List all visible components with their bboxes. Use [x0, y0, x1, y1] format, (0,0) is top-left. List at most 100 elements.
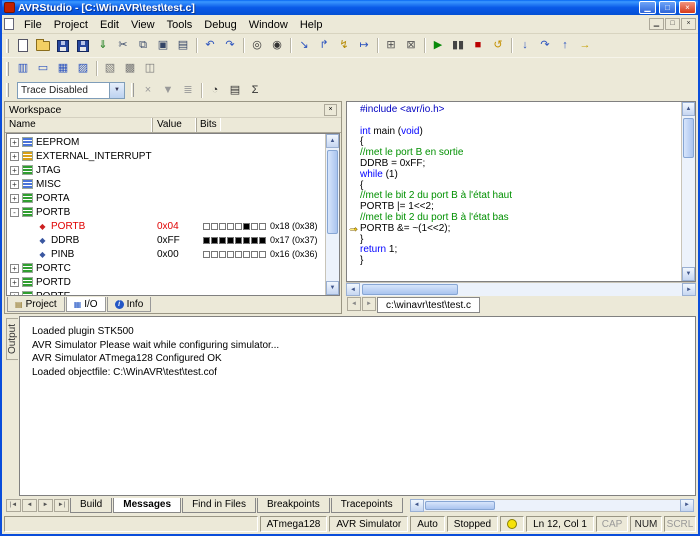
scroll-track[interactable] — [682, 116, 695, 267]
trace-clear-button[interactable]: × — [138, 81, 158, 100]
reset-button[interactable]: ↺ — [488, 36, 508, 55]
print-button[interactable]: ▤ — [173, 36, 193, 55]
bit-checkbox[interactable] — [227, 223, 234, 230]
tab-find-in-files[interactable]: Find in Files — [182, 498, 256, 513]
bit-checkbox[interactable] — [203, 251, 210, 258]
register-row-ddrb[interactable]: ◆DDRB0xFF0x17 (0x37) — [7, 233, 325, 247]
menu-help[interactable]: Help — [294, 18, 329, 32]
bit-checkbox[interactable] — [219, 237, 226, 244]
register-row-portb[interactable]: ◆PORTB0x040x18 (0x38) — [7, 219, 325, 233]
disassembler-window-button[interactable]: ▩ — [120, 59, 140, 78]
bit-checkbox[interactable] — [203, 223, 210, 230]
tree-group-porte[interactable]: +PORTE — [7, 289, 325, 295]
scroll-thumb[interactable] — [362, 284, 458, 295]
expand-toggle[interactable]: + — [10, 166, 19, 175]
bit-checkbox[interactable] — [243, 251, 250, 258]
bit-checkbox[interactable] — [235, 223, 242, 230]
scroll-thumb[interactable] — [683, 118, 694, 158]
stopwatch-button[interactable]: ◔ — [205, 81, 225, 100]
editor-margin[interactable] — [347, 127, 360, 138]
tree-group-eeprom[interactable]: +EEPROM — [7, 135, 325, 149]
scroll-left-button[interactable]: ◄ — [346, 283, 360, 296]
editor-tab-scroll-right[interactable]: ► — [362, 297, 376, 311]
output-side-tab[interactable]: Output — [6, 318, 18, 360]
editor-hscrollbar[interactable]: ◄ ► — [346, 282, 696, 296]
editor-tab-scroll-left[interactable]: ◄ — [347, 297, 361, 311]
trace-dropdown-arrow-icon[interactable]: ▼ — [109, 83, 124, 98]
menu-file[interactable]: File — [18, 18, 48, 32]
close-button[interactable]: × — [679, 1, 696, 14]
output-tab-first-button[interactable]: |◄ — [6, 499, 21, 512]
tab-i-o[interactable]: ▦I/O — [66, 297, 106, 312]
workspace-close-button[interactable]: × — [324, 104, 337, 116]
step-over-button[interactable]: ↷ — [535, 36, 555, 55]
workspace-scrollbar[interactable]: ▲ ▼ — [325, 134, 339, 295]
editor-margin[interactable] — [347, 191, 360, 202]
tab-messages[interactable]: Messages — [113, 498, 181, 513]
scroll-track[interactable] — [424, 499, 680, 512]
bit-checkbox[interactable] — [235, 251, 242, 258]
toggle-output-button[interactable]: ▭ — [33, 59, 53, 78]
tree-group-external_interrupt[interactable]: +EXTERNAL_INTERRUPT — [7, 149, 325, 163]
watch-window-button[interactable]: ▦ — [53, 59, 73, 78]
minimize-button[interactable]: ▁ — [639, 1, 656, 14]
bit-checkbox[interactable] — [219, 251, 226, 258]
output-tab-next-button[interactable]: ► — [38, 499, 53, 512]
register-row-pinb[interactable]: ◆PINB0x000x16 (0x36) — [7, 247, 325, 261]
scroll-track[interactable] — [326, 148, 339, 281]
download-to-device-button[interactable]: ⇓ — [93, 36, 113, 55]
bit-checkbox[interactable] — [259, 251, 266, 258]
output-messages[interactable]: Loaded plugin STK500AVR Simulator Please… — [19, 316, 696, 496]
menu-view[interactable]: View — [125, 18, 161, 32]
menu-window[interactable]: Window — [243, 18, 294, 32]
undo-button[interactable]: ↶ — [200, 36, 220, 55]
output-hscrollbar[interactable]: ◄ ► — [410, 499, 694, 512]
scroll-down-button[interactable]: ▼ — [682, 267, 695, 281]
bit-checkbox[interactable] — [211, 223, 218, 230]
tab-breakpoints[interactable]: Breakpoints — [257, 498, 330, 513]
expand-toggle[interactable]: + — [10, 152, 19, 161]
scroll-right-button[interactable]: ► — [682, 283, 696, 296]
code-line-14[interactable]: return 1; — [347, 245, 681, 256]
editor-margin[interactable]: → — [347, 224, 360, 235]
run-button[interactable]: ▶ — [428, 36, 448, 55]
trace-into-button[interactable]: ↘ — [294, 36, 314, 55]
bit-checkbox[interactable] — [235, 237, 242, 244]
cycle-counter-button[interactable]: Σ — [245, 81, 265, 100]
bit-checkbox[interactable] — [251, 237, 258, 244]
expand-toggle[interactable]: + — [10, 278, 19, 287]
autostep-button[interactable]: ↯ — [334, 36, 354, 55]
copy-button[interactable]: ⧉ — [133, 36, 153, 55]
show-next-statement-button[interactable]: → — [575, 36, 595, 55]
maximize-button[interactable]: □ — [659, 1, 676, 14]
column-header-name[interactable]: Name — [5, 118, 153, 132]
find-in-files-button[interactable]: ◉ — [267, 36, 287, 55]
titlebar[interactable]: AVRStudio - [C:\WinAVR\test\test.c] ▁ □ … — [2, 0, 698, 15]
bit-checkbox[interactable] — [251, 223, 258, 230]
editor-margin[interactable] — [347, 256, 360, 267]
tree-group-portc[interactable]: +PORTC — [7, 261, 325, 275]
tab-tracepoints[interactable]: Tracepoints — [331, 498, 403, 513]
expand-toggle[interactable]: + — [10, 180, 19, 189]
pause-button[interactable]: ▮▮ — [448, 36, 468, 55]
toolbar-grip[interactable] — [6, 83, 9, 97]
scroll-down-button[interactable]: ▼ — [326, 281, 339, 295]
memory-window-button[interactable]: ▨ — [73, 59, 93, 78]
editor-margin[interactable] — [347, 170, 360, 181]
save-file-button[interactable] — [53, 36, 73, 55]
column-header-bits[interactable]: Bits — [196, 118, 221, 131]
tree-group-misc[interactable]: +MISC — [7, 177, 325, 191]
expand-toggle[interactable]: + — [10, 264, 19, 273]
editor-margin[interactable] — [347, 116, 360, 127]
code-line-7[interactable]: while (1) — [347, 170, 681, 181]
menu-edit[interactable]: Edit — [94, 18, 125, 32]
toggle-breakpoint-button[interactable]: ⊞ — [381, 36, 401, 55]
collapse-toggle[interactable]: - — [10, 208, 19, 217]
tab-info[interactable]: iInfo — [107, 297, 152, 312]
expand-toggle[interactable]: + — [10, 194, 19, 203]
bit-checkbox[interactable] — [211, 237, 218, 244]
toggle-workspace-button[interactable]: ▥ — [13, 59, 33, 78]
stop-button[interactable]: ■ — [468, 36, 488, 55]
scroll-thumb[interactable] — [425, 501, 495, 510]
code-line-3[interactable]: int main (void) — [347, 127, 681, 138]
